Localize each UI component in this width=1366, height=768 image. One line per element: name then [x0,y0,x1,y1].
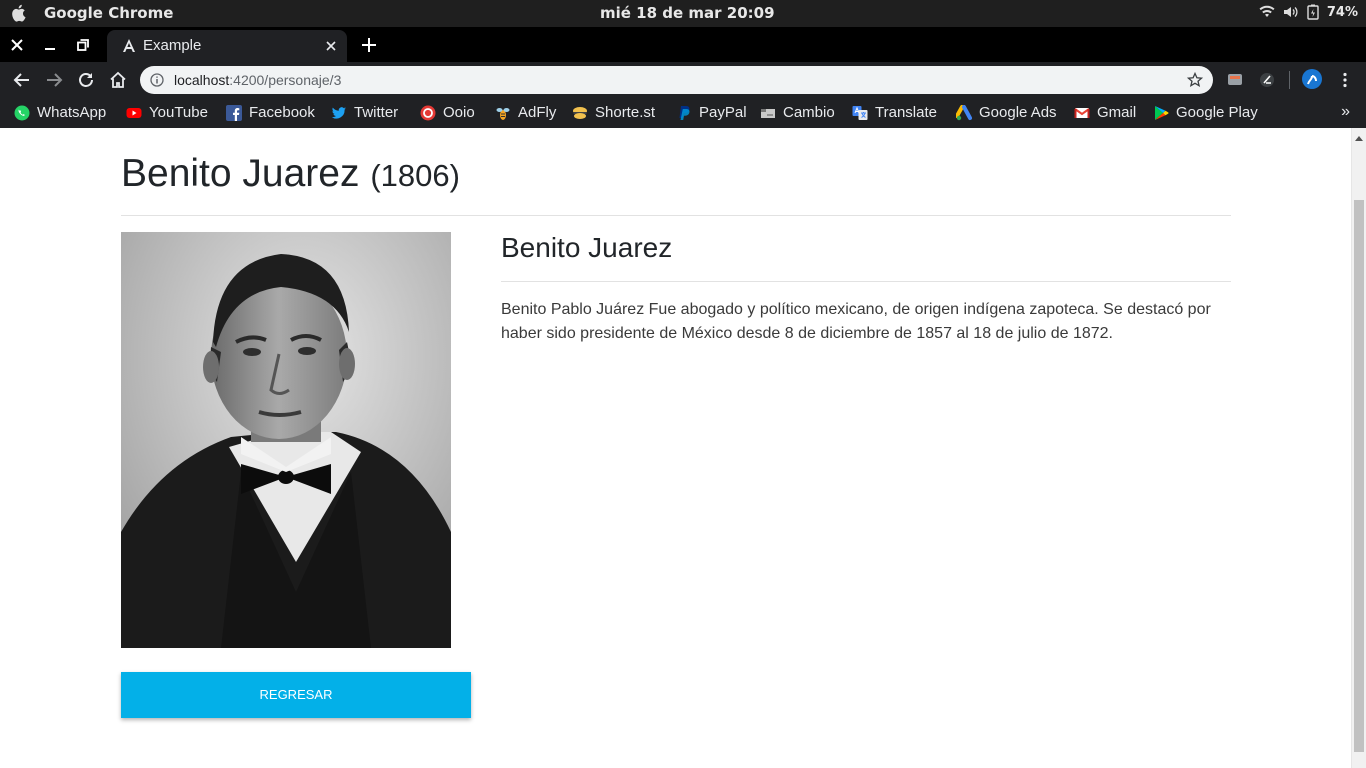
bookmark-label: Facebook [249,104,315,121]
bookmark-label: Shorte.st [595,104,656,121]
title-divider [121,215,1231,216]
tab-strip: Example [0,27,1366,62]
bookmark-label: Translate [875,104,937,121]
regresar-button[interactable]: REGRESAR [121,672,471,718]
cast-extension-icon[interactable] [1226,71,1244,89]
bookmark-label: Google Ads [979,104,1057,121]
bookmark-label: YouTube [149,104,208,121]
system-clock[interactable]: mié 18 de mar 20:09 [600,4,775,22]
bookmark-google-play[interactable]: Google Play [1153,104,1258,121]
angular-icon [123,39,135,52]
bookmark-label: Twitter [354,104,399,121]
site-info-icon[interactable] [150,73,164,87]
extension-icon[interactable] [1258,71,1276,89]
bookmark-label: Gmail [1097,104,1137,121]
portrait-image [121,232,451,648]
url-host: localhost [174,72,230,88]
back-arrow-icon[interactable] [12,70,32,90]
adfly-icon [496,107,510,120]
scrollbar-thumb[interactable] [1354,200,1364,752]
bookmark-label: WhatsApp [37,104,107,121]
battery-percentage: 74% [1326,4,1358,20]
system-tray: 74% [1259,4,1358,20]
profile-avatar-icon[interactable] [1301,68,1323,90]
url-path: :4200/personaje/3 [229,72,342,88]
bookmark-label: Cambio [783,104,835,121]
facebook-icon [226,104,242,121]
address-bar[interactable]: localhost:4200/personaje/3 [140,66,1213,94]
window-restore-button[interactable] [73,35,93,55]
paypal-icon [679,105,690,120]
bookmark-star-icon[interactable] [1187,72,1203,88]
gmail-icon [1074,107,1090,118]
bookmark-youtube[interactable]: YouTube [126,104,208,121]
active-app-name: Google Chrome [44,4,174,22]
volume-icon[interactable] [1283,5,1299,19]
character-name-heading: Benito Juarez [501,232,673,263]
bookmark-google-ads[interactable]: Google Ads [956,104,1057,121]
page-title-year: (1806) [370,158,460,193]
page-scrollbar[interactable] [1351,128,1366,768]
youtube-icon [126,107,142,118]
window-close-button[interactable] [7,35,27,55]
character-portrait [121,232,451,648]
url-text: localhost:4200/personaje/3 [174,72,341,88]
bookmark-paypal[interactable]: PayPal [676,104,747,121]
translate-icon [852,105,868,120]
bookmark-label: Ooio [443,104,475,121]
bookmark-facebook[interactable]: Facebook [226,104,315,121]
battery-icon[interactable] [1307,4,1319,20]
bookmark-translate[interactable]: Translate [852,104,937,121]
bookmark-label: PayPal [699,104,747,121]
ooio-icon [420,105,436,120]
tab-close-icon[interactable] [323,38,339,54]
shortest-icon [573,106,587,119]
new-tab-icon[interactable] [360,36,378,54]
twitter-icon [331,106,346,119]
scroll-up-arrow-icon[interactable] [1355,136,1363,141]
bookmarks-bar: WhatsApp YouTube Facebook Twitter Ooio A… [0,98,1366,128]
bookmark-label: Google Play [1176,104,1258,121]
bookmarks-overflow-button[interactable]: » [1341,103,1350,121]
page-viewport: Benito Juarez (1806) REGRESAR Benito Jua… [0,128,1366,768]
apple-logo-icon[interactable] [10,4,26,22]
bookmark-gmail[interactable]: Gmail [1074,104,1136,121]
minimize-icon [45,48,55,50]
more-menu-icon[interactable] [1336,71,1354,89]
wifi-icon[interactable] [1259,5,1275,19]
page-title: Benito Juarez (1806) [121,152,460,196]
os-top-bar: Google Chrome mié 18 de mar 20:09 74% [0,0,1366,27]
home-icon[interactable] [108,70,128,90]
tab-example[interactable]: Example [107,30,347,62]
close-icon [11,39,23,51]
bookmark-ooio[interactable]: Ooio [420,104,475,121]
bookmark-cambio[interactable]: Cambio [760,104,835,121]
reload-icon[interactable] [76,70,96,90]
bookmark-label: AdFly [518,104,557,121]
bookmark-twitter[interactable]: Twitter [331,104,398,121]
cambio-icon [761,108,775,118]
bookmark-whatsapp[interactable]: WhatsApp [14,104,106,121]
character-bio: Benito Pablo Juárez Fue abogado y políti… [501,301,1211,342]
google-play-icon [1155,105,1169,120]
google-ads-icon [956,104,972,120]
name-divider [501,281,1231,282]
forward-arrow-icon[interactable] [44,70,64,90]
page-title-name: Benito Juarez [121,152,360,195]
bookmark-adfly[interactable]: AdFly [495,104,556,121]
bookmark-shortest[interactable]: Shorte.st [572,104,655,121]
window-minimize-button[interactable] [40,35,60,55]
tab-title: Example [143,37,202,54]
toolbar-divider [1289,71,1290,89]
whatsapp-icon [14,105,30,120]
restore-icon [77,39,89,51]
browser-toolbar: localhost:4200/personaje/3 [0,62,1366,98]
